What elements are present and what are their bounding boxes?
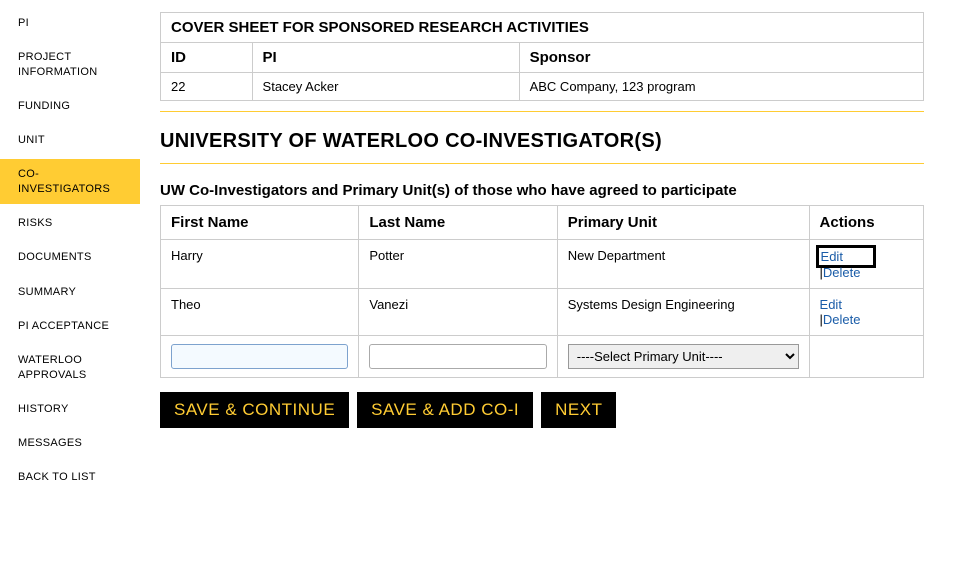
delete-link[interactable]: Delete	[823, 265, 861, 280]
coi-primary-unit: Systems Design Engineering	[557, 289, 809, 336]
cover-value-pi: Stacey Acker	[252, 73, 519, 101]
coi-actions: Edit |Delete	[809, 240, 923, 289]
edit-link[interactable]: Edit	[820, 297, 842, 312]
table-row: Harry Potter New Department Edit |Delete	[161, 240, 924, 289]
sidebar-item-pi[interactable]: PI	[0, 8, 140, 38]
divider	[160, 163, 924, 164]
last-name-input[interactable]	[369, 344, 546, 369]
sidebar-item-risks[interactable]: RISKS	[0, 208, 140, 238]
primary-unit-select[interactable]: ----Select Primary Unit----	[568, 344, 799, 369]
edit-link[interactable]: Edit	[821, 249, 843, 264]
coi-actions: Edit |Delete	[809, 289, 923, 336]
first-name-input[interactable]	[171, 344, 348, 369]
cover-sheet-table: COVER SHEET FOR SPONSORED RESEARCH ACTIV…	[160, 12, 924, 101]
coi-table: First Name Last Name Primary Unit Action…	[160, 205, 924, 378]
coi-header-primary-unit: Primary Unit	[557, 206, 809, 240]
coi-primary-unit: New Department	[557, 240, 809, 289]
sidebar-item-summary[interactable]: SUMMARY	[0, 277, 140, 307]
save-add-coi-button[interactable]: SAVE & ADD CO-I	[357, 392, 533, 428]
cover-value-sponsor: ABC Company, 123 program	[519, 73, 923, 101]
sidebar-item-messages[interactable]: MESSAGES	[0, 428, 140, 458]
coi-last-name: Vanezi	[359, 289, 557, 336]
section-title: UNIVERSITY OF WATERLOO CO-INVESTIGATOR(S…	[160, 130, 924, 153]
sidebar-item-project-information[interactable]: PROJECT INFORMATION	[0, 42, 140, 87]
sidebar-item-co-investigators[interactable]: CO-INVESTIGATORS	[0, 159, 140, 204]
sidebar-item-unit[interactable]: UNIT	[0, 125, 140, 155]
coi-header-last-name: Last Name	[359, 206, 557, 240]
cover-header-pi: PI	[252, 43, 519, 73]
table-row-new: ----Select Primary Unit----	[161, 336, 924, 378]
sidebar-item-waterloo-approvals[interactable]: WATERLOO APPROVALS	[0, 345, 140, 390]
sidebar-item-funding[interactable]: FUNDING	[0, 91, 140, 121]
sidebar-item-pi-acceptance[interactable]: PI ACCEPTANCE	[0, 311, 140, 341]
table-row: Theo Vanezi Systems Design Engineering E…	[161, 289, 924, 336]
sidebar-item-history[interactable]: HISTORY	[0, 394, 140, 424]
coi-first-name: Harry	[161, 240, 359, 289]
save-continue-button[interactable]: SAVE & CONTINUE	[160, 392, 349, 428]
next-button[interactable]: NEXT	[541, 392, 616, 428]
coi-header-actions: Actions	[809, 206, 923, 240]
sidebar-item-back-to-list[interactable]: BACK TO LIST	[0, 462, 140, 492]
coi-last-name: Potter	[359, 240, 557, 289]
cover-sheet-title: COVER SHEET FOR SPONSORED RESEARCH ACTIV…	[161, 13, 924, 43]
cover-header-sponsor: Sponsor	[519, 43, 923, 73]
sidebar-item-documents[interactable]: DOCUMENTS	[0, 242, 140, 272]
main-content: COVER SHEET FOR SPONSORED RESEARCH ACTIV…	[140, 0, 964, 497]
divider	[160, 111, 924, 112]
section-subtitle: UW Co-Investigators and Primary Unit(s) …	[160, 182, 924, 199]
coi-header-first-name: First Name	[161, 206, 359, 240]
delete-link[interactable]: Delete	[823, 312, 861, 327]
coi-first-name: Theo	[161, 289, 359, 336]
button-row: SAVE & CONTINUE SAVE & ADD CO-I NEXT	[160, 392, 924, 428]
sidebar: PI PROJECT INFORMATION FUNDING UNIT CO-I…	[0, 0, 140, 497]
cover-header-id: ID	[161, 43, 253, 73]
cover-value-id: 22	[161, 73, 253, 101]
